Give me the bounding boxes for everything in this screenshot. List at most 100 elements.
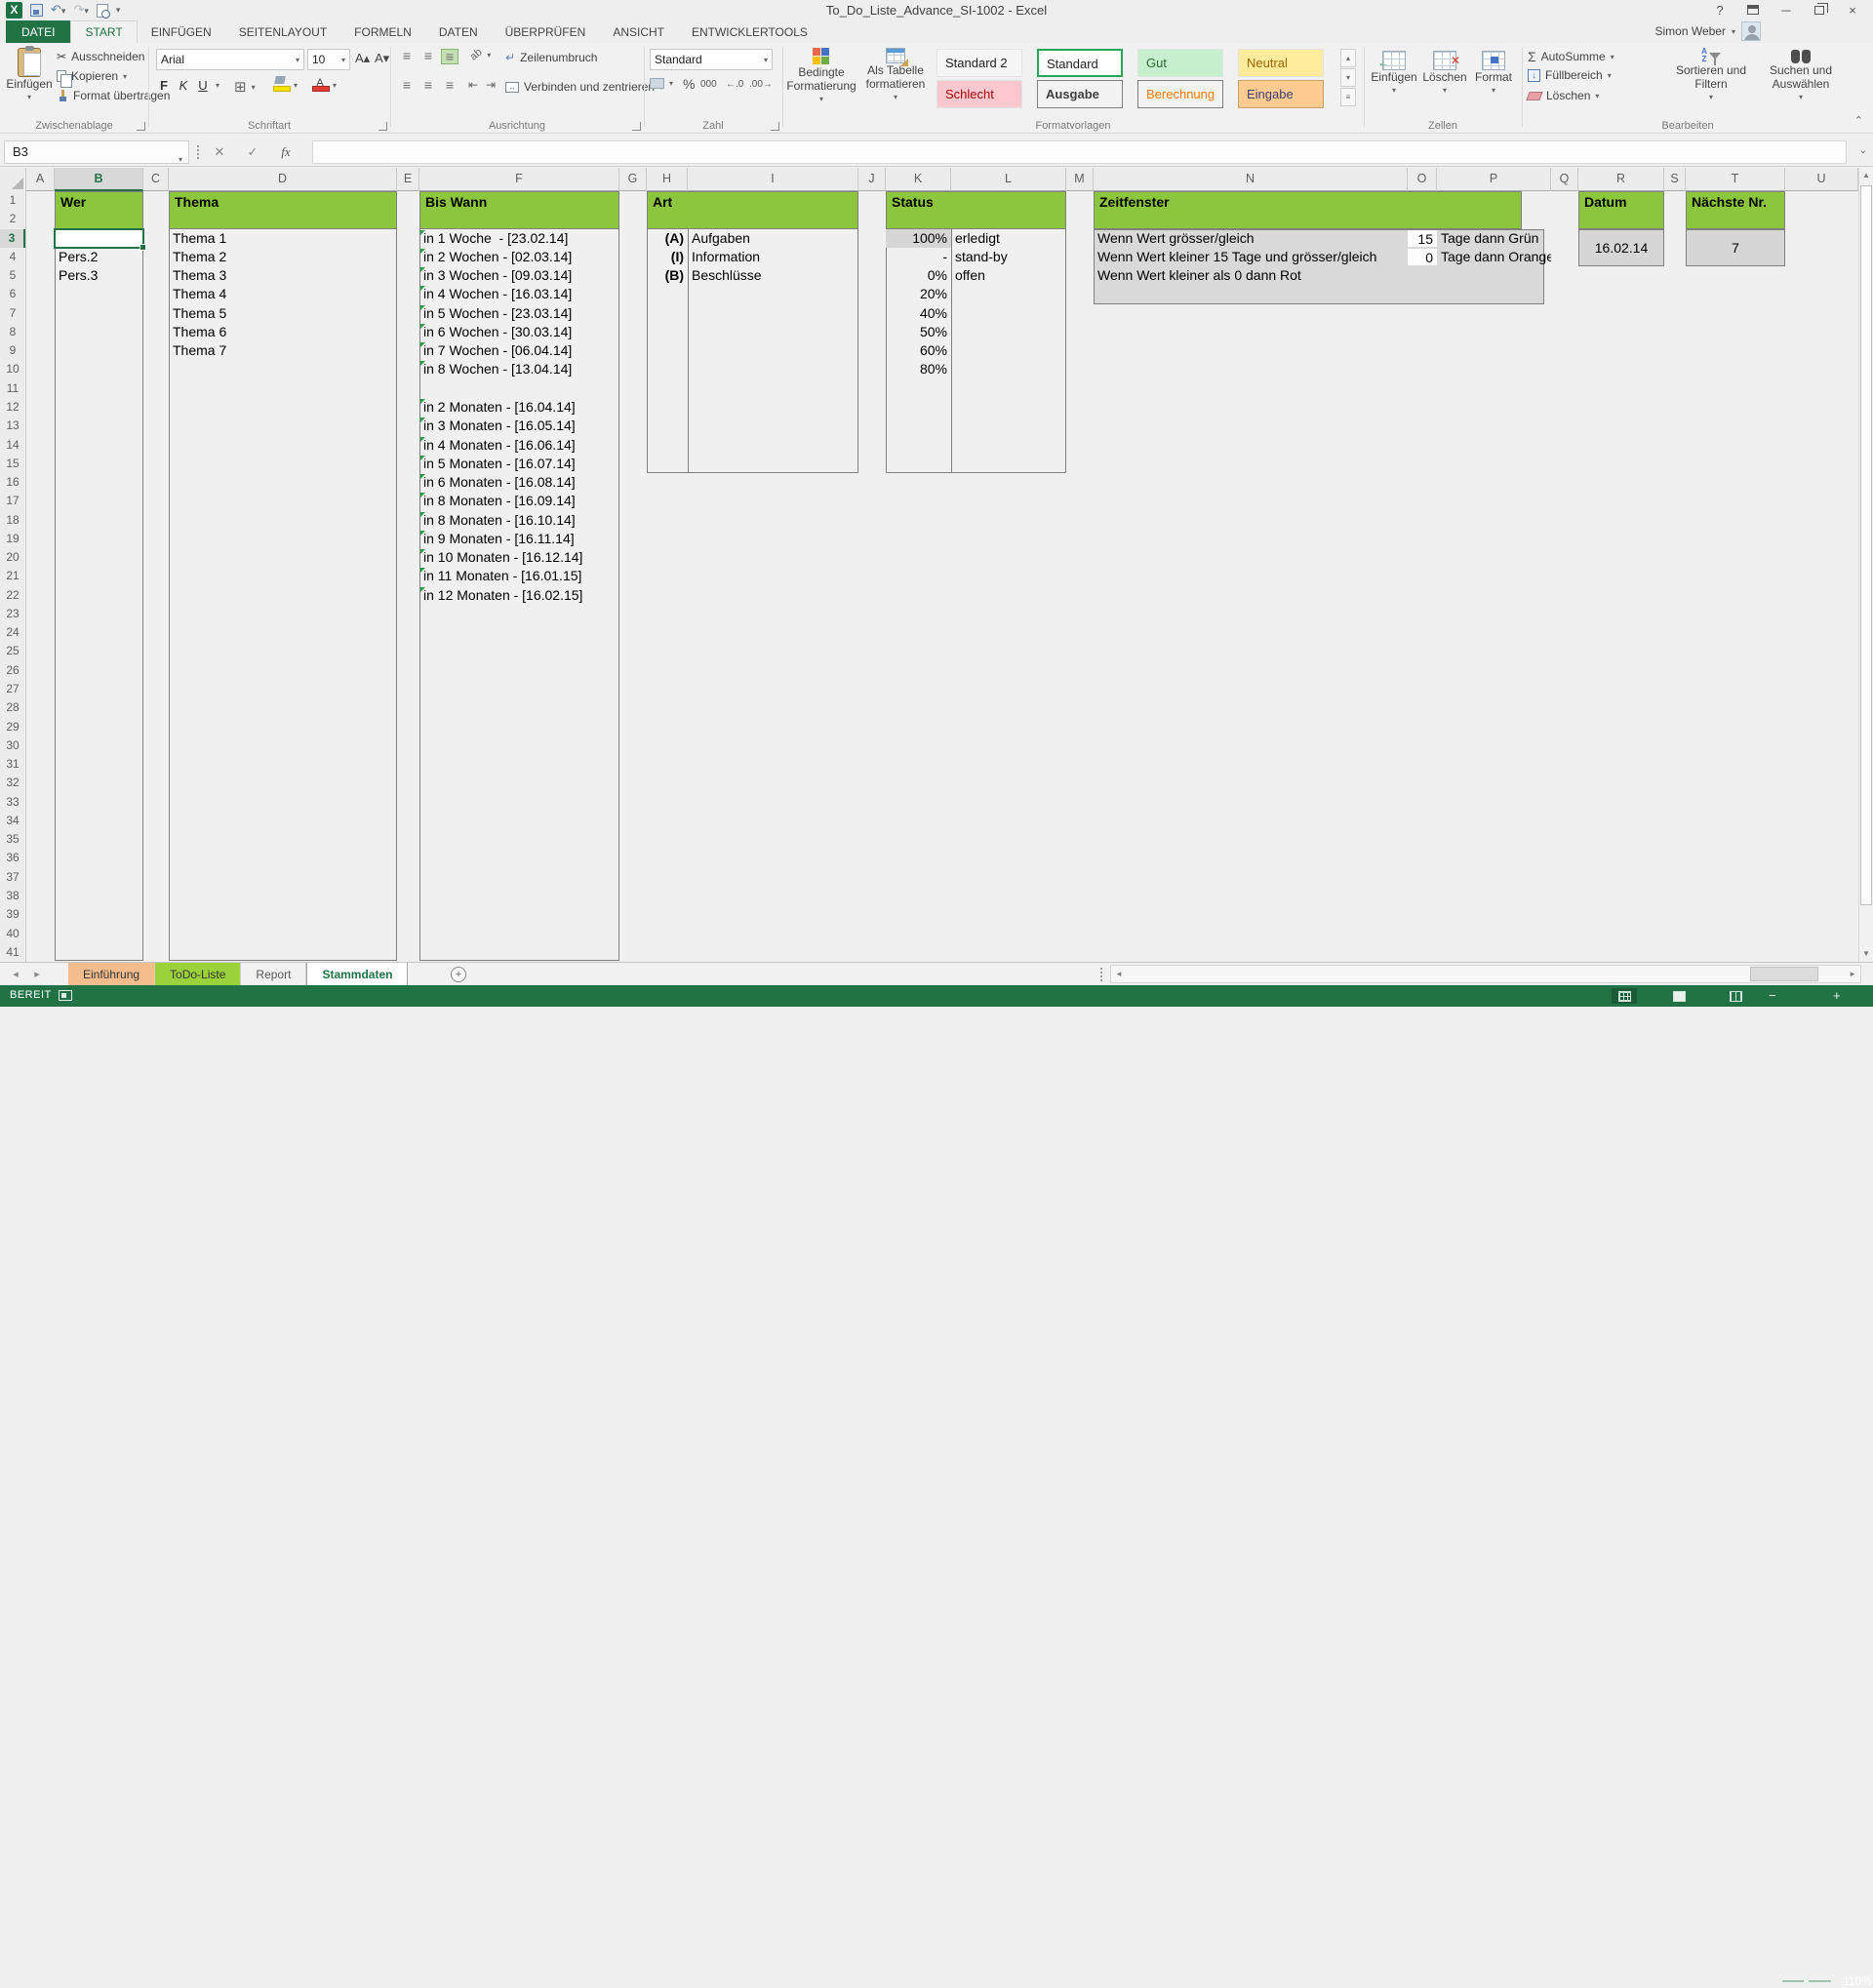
minimize-button[interactable]: ─ <box>1770 0 1803 20</box>
column-header-J[interactable]: J <box>858 168 886 191</box>
row-header-14[interactable]: 14 <box>0 436 25 455</box>
cell-style-neutral[interactable]: Neutral <box>1238 49 1324 77</box>
cell-art-label[interactable]: Beschlüsse <box>688 266 858 285</box>
cell-bis-wann[interactable]: in 2 Wochen - [02.03.14] <box>419 248 619 266</box>
format-as-table-button[interactable]: Als Tabelle formatieren▾ <box>860 48 931 104</box>
biswann-header[interactable]: Bis Wann <box>419 191 619 229</box>
cell-bis-wann[interactable]: in 4 Wochen - [16.03.14] <box>419 285 619 303</box>
cut-button[interactable]: ✂Ausschneiden <box>57 50 144 63</box>
column-header-Q[interactable]: Q <box>1551 168 1578 191</box>
fill-color-button[interactable]: ▾ <box>273 78 298 92</box>
tab-überprüfen[interactable]: ÜBERPRÜFEN <box>492 20 600 43</box>
row-header-22[interactable]: 22 <box>0 586 25 605</box>
row-header-28[interactable]: 28 <box>0 698 25 717</box>
cell-zeitfenster-rule[interactable]: Wenn Wert kleiner 15 Tage und grösser/gl… <box>1094 248 1408 266</box>
cell-style-normal[interactable]: Standard <box>1037 49 1123 77</box>
help-button[interactable]: ? <box>1703 0 1736 20</box>
row-header-16[interactable]: 16 <box>0 473 25 492</box>
tab-formeln[interactable]: FORMELN <box>340 20 425 43</box>
cell-bis-wann[interactable]: in 8 Monaten - [16.09.14] <box>419 492 619 510</box>
cell-thema[interactable]: Thema 7 <box>169 341 397 360</box>
cell-style-calc[interactable]: Berechnung <box>1137 80 1223 108</box>
cell-thema[interactable]: Thema 5 <box>169 304 397 323</box>
column-header-A[interactable]: A <box>26 168 55 191</box>
delete-cells-button[interactable]: ✕ Löschen▾ <box>1420 51 1469 98</box>
cell-zeitfenster-rule[interactable]: Wenn Wert kleiner als 0 dann Rot <box>1094 266 1408 285</box>
row-header-31[interactable]: 31 <box>0 755 25 774</box>
cell-zeitfenster-value[interactable]: 0 <box>1408 249 1437 265</box>
new-sheet-button[interactable]: + <box>451 967 466 982</box>
tab-start[interactable]: START <box>70 20 137 43</box>
horizontal-scrollbar[interactable]: ◂ ▸ <box>1110 965 1861 983</box>
decrease-indent-button[interactable]: ⇤ <box>468 78 478 92</box>
datum-header[interactable]: Datum <box>1578 191 1664 229</box>
naechste-nr-value[interactable]: 7 <box>1686 229 1785 267</box>
tab-split-handle[interactable] <box>1100 968 1102 981</box>
cell-bis-wann[interactable]: in 3 Monaten - [16.05.14] <box>419 417 619 435</box>
dialog-launcher-icon[interactable] <box>632 122 641 131</box>
column-header-D[interactable]: D <box>169 168 397 191</box>
row-header-39[interactable]: 39 <box>0 905 25 924</box>
scroll-left-arrow[interactable]: ◂ <box>1111 966 1127 982</box>
cell-bis-wann[interactable]: in 11 Monaten - [16.01.15] <box>419 567 619 585</box>
underline-button[interactable]: U▾ <box>195 78 219 93</box>
row-header-26[interactable]: 26 <box>0 661 25 680</box>
row-header-10[interactable]: 10 <box>0 360 25 378</box>
fill-button[interactable]: ↓Füllbereich▾ <box>1528 68 1612 82</box>
increase-indent-button[interactable]: ⇥ <box>486 78 496 92</box>
row-header-24[interactable]: 24 <box>0 623 25 642</box>
cell-wer[interactable]: Pers.3 <box>55 266 143 285</box>
row-header-36[interactable]: 36 <box>0 849 25 867</box>
cell-bis-wann[interactable]: in 4 Monaten - [16.06.14] <box>419 436 619 455</box>
row-header-40[interactable]: 40 <box>0 925 25 943</box>
cell-status-label[interactable]: stand-by <box>951 248 1066 266</box>
column-header-F[interactable]: F <box>419 168 619 191</box>
cell-art-code[interactable]: (A) <box>647 229 688 248</box>
cell-bis-wann[interactable]: in 12 Monaten - [16.02.15] <box>419 586 619 605</box>
cell-art-code[interactable]: (I) <box>647 248 688 266</box>
scroll-right-arrow[interactable]: ▸ <box>1845 966 1860 982</box>
column-header-N[interactable]: N <box>1094 168 1408 191</box>
sheet-body[interactable]: 1234567891011121314151617181920212223242… <box>0 191 1858 962</box>
dialog-launcher-icon[interactable] <box>771 122 779 131</box>
cell-thema[interactable]: Thema 4 <box>169 285 397 303</box>
clear-button[interactable]: Löschen▾ <box>1528 89 1599 102</box>
row-header-18[interactable]: 18 <box>0 511 25 530</box>
font-name-select[interactable]: Arial▾ <box>156 49 304 70</box>
gallery-up-button[interactable]: ▴ <box>1340 49 1356 67</box>
cell-bis-wann[interactable]: in 7 Wochen - [06.04.14] <box>419 341 619 360</box>
cell-bis-wann[interactable]: in 2 Monaten - [16.04.14] <box>419 398 619 417</box>
row-header-15[interactable]: 15 <box>0 455 25 473</box>
format-cells-button[interactable]: Format▾ <box>1471 51 1516 98</box>
row-header-7[interactable]: 7 <box>0 304 25 323</box>
row-header-25[interactable]: 25 <box>0 642 25 660</box>
row-header-23[interactable]: 23 <box>0 605 25 623</box>
zoom-out-button[interactable]: − <box>1769 988 1776 1003</box>
row-header-37[interactable]: 37 <box>0 868 25 887</box>
row-header-20[interactable]: 20 <box>0 548 25 567</box>
row-header-11[interactable]: 11 <box>0 379 25 398</box>
column-header-C[interactable]: C <box>143 168 169 191</box>
align-center-button[interactable]: ≡ <box>419 78 437 92</box>
sheet-tab-stammdaten[interactable]: Stammdaten <box>306 963 408 986</box>
thema-header[interactable]: Thema <box>169 191 397 229</box>
cell-art-label[interactable]: Information <box>688 248 858 266</box>
row-header-33[interactable]: 33 <box>0 793 25 812</box>
find-select-button[interactable]: Suchen und Auswählen▾ <box>1758 48 1844 104</box>
column-header-U[interactable]: U <box>1785 168 1858 191</box>
align-right-button[interactable]: ≡ <box>441 78 458 92</box>
vertical-scroll-thumb[interactable] <box>1860 185 1872 905</box>
cell-style-input[interactable]: Eingabe <box>1238 80 1324 108</box>
comma-style-button[interactable]: 000 <box>700 79 717 90</box>
row-header-4[interactable]: 4 <box>0 248 25 266</box>
cell-style-normal2[interactable]: Standard 2 <box>936 49 1022 77</box>
art-header[interactable]: Art <box>647 191 858 229</box>
row-header-30[interactable]: 30 <box>0 736 25 755</box>
copy-button[interactable]: Kopieren▾ <box>57 69 127 83</box>
font-color-button[interactable]: A▾ <box>312 78 337 92</box>
selected-cell[interactable] <box>54 228 144 249</box>
conditional-formatting-button[interactable]: Bedingte Formatierung▾ <box>786 48 857 106</box>
merge-center-button[interactable]: ↔Verbinden und zentrieren▾ <box>505 80 663 94</box>
row-header-5[interactable]: 5 <box>0 266 25 285</box>
normal-view-button[interactable] <box>1612 988 1637 1004</box>
